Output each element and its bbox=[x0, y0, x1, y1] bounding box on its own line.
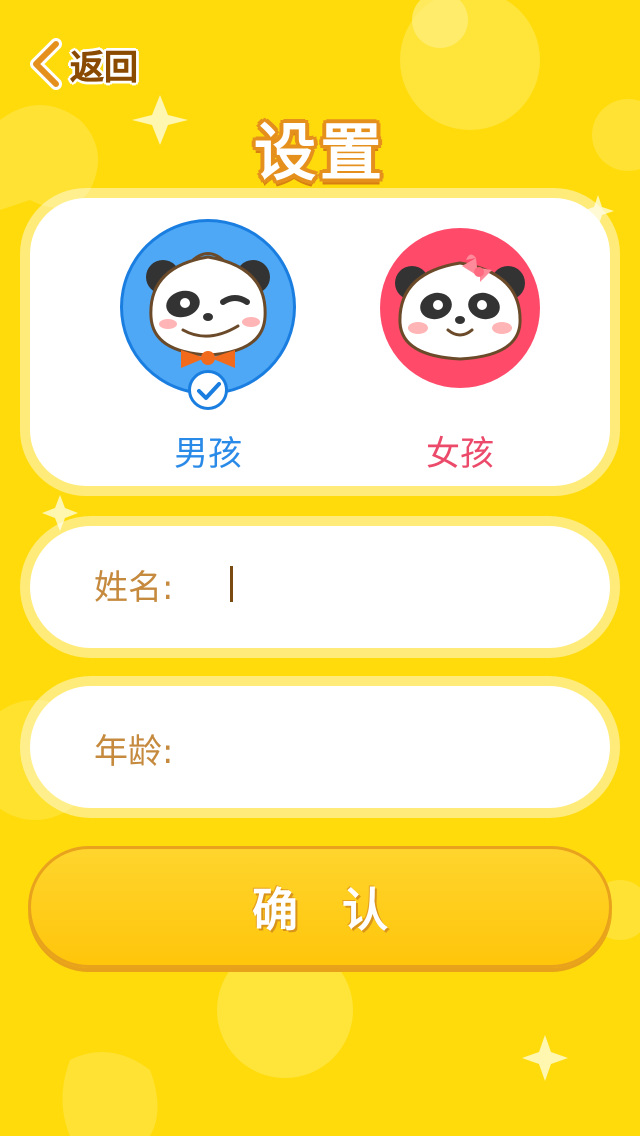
confirm-button[interactable]: 确认 bbox=[28, 846, 612, 968]
gender-label-boy: 男孩 bbox=[174, 434, 242, 474]
back-button[interactable]: 返回 bbox=[28, 38, 138, 90]
boy-avatar bbox=[123, 222, 293, 410]
gender-option-girl[interactable]: 女孩 bbox=[360, 222, 560, 475]
girl-avatar bbox=[380, 228, 540, 388]
chevron-left-icon bbox=[30, 38, 62, 90]
panda-boy-icon bbox=[146, 252, 270, 368]
text-caret bbox=[230, 566, 233, 602]
gender-card: 男孩 女孩 bbox=[30, 198, 610, 486]
gender-label-girl: 女孩 bbox=[426, 434, 494, 474]
panda-girl-icon bbox=[395, 254, 525, 361]
page-title: 设置 bbox=[253, 116, 386, 189]
age-field[interactable]: 年龄: bbox=[30, 686, 610, 808]
confirm-label: 确认 bbox=[252, 883, 432, 937]
age-label: 年龄: bbox=[94, 732, 174, 772]
name-label: 姓名: bbox=[94, 568, 174, 608]
gender-option-boy[interactable]: 男孩 bbox=[108, 222, 308, 475]
selected-check-icon bbox=[188, 370, 228, 410]
name-field[interactable]: 姓名: bbox=[30, 526, 610, 648]
back-label: 返回 bbox=[70, 47, 139, 88]
